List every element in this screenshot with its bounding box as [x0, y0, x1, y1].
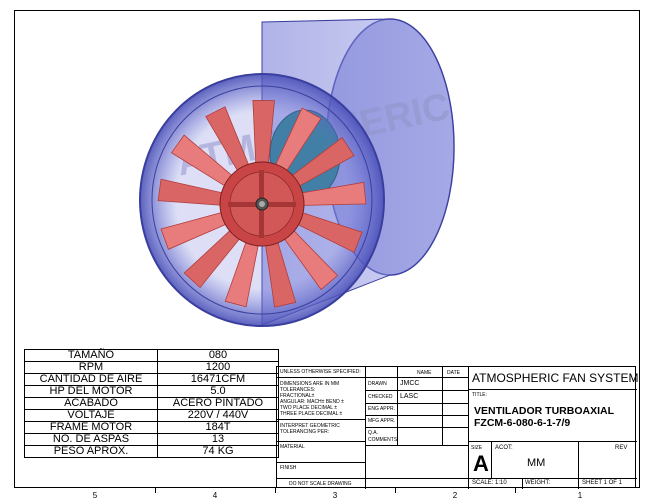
zone-3: 3 — [332, 491, 338, 500]
units-value: MM — [527, 457, 546, 469]
weight-label: WEIGHT: — [525, 480, 550, 486]
zone-ruler: 5 4 3 2 1 — [0, 488, 646, 504]
spec-row: ACABADO ACERO PINTADO — [24, 397, 279, 410]
name-header: NAME — [417, 370, 432, 376]
date-header: DATE — [447, 370, 460, 376]
spec-value: 080 — [157, 349, 279, 362]
drawn-name: JMCC — [400, 380, 420, 387]
spec-value: 16471CFM — [157, 373, 279, 386]
three-place-label: THREE PLACE DECIMAL ± — [280, 411, 343, 417]
unless-label: UNLESS OTHERWISE SPECIFIED: — [280, 369, 361, 375]
acot-label: ACOT: — [495, 445, 513, 451]
spec-label: RPM — [24, 361, 158, 374]
company-name: ATMOSPHERIC FAN SYSTEM — [472, 371, 639, 385]
spec-label: FRAME MOTOR — [24, 421, 158, 434]
scale-label: SCALE: 1:10 — [472, 480, 507, 486]
drawing-title-line2: FZCM-6-080-6-1-7/9 — [474, 417, 571, 429]
spec-value: ACERO PINTADO — [157, 397, 279, 410]
spec-row: HP DEL MOTOR 5.0 — [24, 385, 279, 398]
spec-label: TAMAÑO — [24, 349, 158, 362]
checked-label: CHECKED — [368, 394, 393, 400]
mfg-appr-label: MFG APPR. — [368, 418, 396, 424]
sheet-label: SHEET 1 OF 1 — [582, 480, 622, 486]
spec-label: PESO APROX. — [24, 445, 158, 458]
spec-label: NO. DE ASPAS — [24, 433, 158, 446]
drawn-label: DRAWN — [368, 381, 387, 387]
zone-5: 5 — [92, 491, 98, 500]
spec-row: PESO APROX. 74 KG — [24, 445, 279, 458]
spec-row: FRAME MOTOR 184T — [24, 421, 279, 434]
spec-row: VOLTAJE 220V / 440V — [24, 409, 279, 422]
spec-value: 74 KG — [157, 445, 279, 458]
spec-label: ACABADO — [24, 397, 158, 410]
tolerancing-label: TOLERANCING PER: — [280, 429, 330, 435]
zone-2: 2 — [452, 491, 458, 500]
finish-label: FINISH — [280, 465, 297, 471]
size-value: A — [473, 451, 489, 476]
zone-4: 4 — [212, 491, 218, 500]
title-label: TITLE: — [472, 392, 488, 398]
material-label: MATERIAL — [280, 444, 305, 450]
zone-1: 1 — [577, 491, 583, 500]
title-block: UNLESS OTHERWISE SPECIFIED: DIMENSIONS A… — [276, 366, 639, 489]
spec-label: CANTIDAD DE AIRE — [24, 373, 158, 386]
spec-value: 184T — [157, 421, 279, 434]
rev-label: REV — [615, 445, 628, 451]
spec-row: TAMAÑO 080 — [24, 349, 279, 362]
spec-value: 13 — [157, 433, 279, 446]
spec-value: 1200 — [157, 361, 279, 374]
spec-row: CANTIDAD DE AIRE 16471CFM — [24, 373, 279, 386]
no-scale-label: DO NOT SCALE DRAWING — [289, 481, 352, 487]
spec-row: NO. DE ASPAS 13 — [24, 433, 279, 446]
spec-label: VOLTAJE — [24, 409, 158, 422]
drawing-title-line1: VENTILADOR TURBOAXIAL — [474, 405, 614, 417]
checked-name: LASC — [400, 393, 419, 400]
comments-label: COMMENTS: — [368, 437, 399, 443]
specs-table: TAMAÑO 080 RPM 1200 CANTIDAD DE AIRE 16471CFM… — [24, 349, 279, 458]
eng-appr-label: ENG APPR. — [368, 406, 395, 412]
spec-value: 220V / 440V — [157, 409, 279, 422]
spec-row: RPM 1200 — [24, 361, 279, 374]
spec-value: 5.0 — [157, 385, 279, 398]
qa-label: Q.A. — [368, 430, 379, 436]
spec-label: HP DEL MOTOR — [24, 385, 158, 398]
